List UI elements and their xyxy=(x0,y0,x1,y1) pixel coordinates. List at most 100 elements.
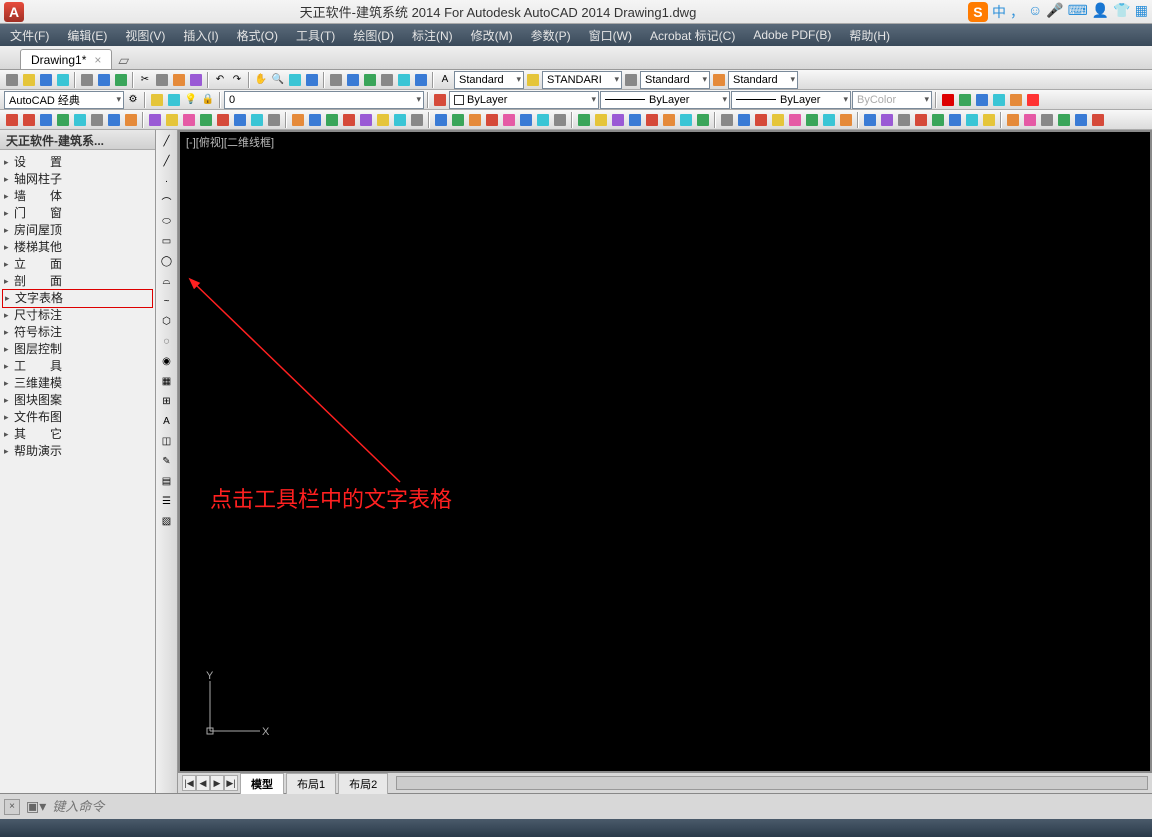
draw-tool-12[interactable]: ▦ xyxy=(158,372,176,390)
snap-icon[interactable] xyxy=(957,92,973,108)
tangent-tool-51[interactable] xyxy=(913,112,929,128)
tangent-tool-16[interactable] xyxy=(290,112,306,128)
tab-prev-button[interactable]: ◀ xyxy=(196,775,210,791)
ime-smile-icon[interactable]: ☺ xyxy=(1028,2,1042,22)
layerfreeze-icon[interactable] xyxy=(166,92,182,108)
tangent-tool-39[interactable] xyxy=(695,112,711,128)
mleaderstyle-dropdown[interactable]: Standard xyxy=(728,71,798,89)
tree-item-11[interactable]: 图层控制 xyxy=(2,341,153,358)
menu-parametric[interactable]: 参数(P) xyxy=(531,27,571,44)
polar-icon[interactable] xyxy=(991,92,1007,108)
draw-tool-13[interactable]: ⊞ xyxy=(158,392,176,410)
tangent-tool-54[interactable] xyxy=(964,112,980,128)
sheetset-icon[interactable] xyxy=(379,72,395,88)
dimstyle-dropdown[interactable]: STANDARI xyxy=(542,71,622,89)
grid-icon[interactable] xyxy=(940,92,956,108)
draw-tool-8[interactable]: ~ xyxy=(158,292,176,310)
tree-item-2[interactable]: 墙 体 xyxy=(2,188,153,205)
tangent-tool-44[interactable] xyxy=(787,112,803,128)
tangent-tool-24[interactable] xyxy=(433,112,449,128)
tangent-tool-17[interactable] xyxy=(307,112,323,128)
pan-icon[interactable]: ✋ xyxy=(253,72,269,88)
draw-tool-0[interactable]: ╱ xyxy=(158,132,176,150)
undo-icon[interactable]: ↶ xyxy=(212,72,228,88)
tab-next-button[interactable]: ▶ xyxy=(210,775,224,791)
tangent-tool-59[interactable] xyxy=(1056,112,1072,128)
save-icon[interactable] xyxy=(38,72,54,88)
linetype-dropdown[interactable]: ByLayer xyxy=(600,91,730,109)
tangent-tool-25[interactable] xyxy=(450,112,466,128)
tangent-tool-32[interactable] xyxy=(576,112,592,128)
menu-help[interactable]: 帮助(H) xyxy=(849,27,890,44)
menu-draw[interactable]: 绘图(D) xyxy=(353,27,394,44)
tangent-tool-38[interactable] xyxy=(678,112,694,128)
mleaderstyle-icon[interactable] xyxy=(711,72,727,88)
layer-dropdown[interactable]: ByLayer xyxy=(449,91,599,109)
tangent-tool-31[interactable] xyxy=(552,112,568,128)
tangent-tool-26[interactable] xyxy=(467,112,483,128)
gear-icon[interactable]: ⚙ xyxy=(125,92,141,108)
draw-tool-3[interactable]: ⌒ xyxy=(158,192,176,210)
tree-item-10[interactable]: 符号标注 xyxy=(2,324,153,341)
tree-item-9[interactable]: 尺寸标注 xyxy=(2,307,153,324)
tangent-tool-9[interactable] xyxy=(164,112,180,128)
designcenter-icon[interactable] xyxy=(345,72,361,88)
publish-icon[interactable] xyxy=(113,72,129,88)
quickcalc-icon[interactable] xyxy=(413,72,429,88)
tree-item-13[interactable]: 三维建模 xyxy=(2,375,153,392)
coord-input[interactable]: 0 xyxy=(224,91,424,109)
tree-item-17[interactable]: 帮助演示 xyxy=(2,443,153,460)
menu-edit[interactable]: 编辑(E) xyxy=(67,27,107,44)
tangent-tool-48[interactable] xyxy=(862,112,878,128)
tab-layout1[interactable]: 布局1 xyxy=(286,773,336,794)
draw-tool-4[interactable]: ⬭ xyxy=(158,212,176,230)
tree-item-16[interactable]: 其 它 xyxy=(2,426,153,443)
menu-dimension[interactable]: 标注(N) xyxy=(412,27,453,44)
tangent-tool-5[interactable] xyxy=(89,112,105,128)
markup-icon[interactable] xyxy=(396,72,412,88)
draw-tool-19[interactable]: ▧ xyxy=(158,512,176,530)
tangent-tool-52[interactable] xyxy=(930,112,946,128)
new-icon[interactable] xyxy=(4,72,20,88)
cmd-close-button[interactable]: × xyxy=(4,799,20,815)
tangent-tool-23[interactable] xyxy=(409,112,425,128)
tangent-tool-43[interactable] xyxy=(770,112,786,128)
color-dropdown[interactable]: ByColor xyxy=(852,91,932,109)
tangent-tool-41[interactable] xyxy=(736,112,752,128)
tangent-tool-27[interactable] xyxy=(484,112,500,128)
tree-item-0[interactable]: 设 置 xyxy=(2,154,153,171)
new-tab-button[interactable]: ▱ xyxy=(118,52,129,69)
paste-icon[interactable] xyxy=(171,72,187,88)
draw-tool-2[interactable]: · xyxy=(158,172,176,190)
menu-acrobat[interactable]: Acrobat 标记(C) xyxy=(650,27,735,44)
tangent-tool-20[interactable] xyxy=(358,112,374,128)
ime-lang[interactable]: 中 xyxy=(992,2,1006,22)
tangent-tool-12[interactable] xyxy=(215,112,231,128)
tangent-tool-30[interactable] xyxy=(535,112,551,128)
textstyle-dropdown[interactable]: Standard xyxy=(454,71,524,89)
tree-item-1[interactable]: 轴网柱子 xyxy=(2,171,153,188)
tab-model[interactable]: 模型 xyxy=(240,773,284,794)
menu-file[interactable]: 文件(F) xyxy=(10,27,49,44)
tangent-tool-29[interactable] xyxy=(518,112,534,128)
layeriso-icon[interactable] xyxy=(149,92,165,108)
tangent-tool-1[interactable] xyxy=(21,112,37,128)
ime-badge-icon[interactable]: S xyxy=(968,2,988,22)
tangent-tool-13[interactable] xyxy=(232,112,248,128)
ime-skin-icon[interactable]: 👕 xyxy=(1113,2,1130,22)
tangent-tool-58[interactable] xyxy=(1039,112,1055,128)
draw-tool-5[interactable]: ▭ xyxy=(158,232,176,250)
command-input[interactable] xyxy=(52,799,1148,814)
tangent-tool-4[interactable] xyxy=(72,112,88,128)
tangent-tool-28[interactable] xyxy=(501,112,517,128)
tab-first-button[interactable]: |◀ xyxy=(182,775,196,791)
menu-insert[interactable]: 插入(I) xyxy=(183,27,218,44)
tangent-tool-35[interactable] xyxy=(627,112,643,128)
tangent-tool-46[interactable] xyxy=(821,112,837,128)
tree-item-12[interactable]: 工 具 xyxy=(2,358,153,375)
osnap-icon[interactable] xyxy=(1008,92,1024,108)
tangent-tool-42[interactable] xyxy=(753,112,769,128)
menu-window[interactable]: 窗口(W) xyxy=(589,27,632,44)
tangent-tool-21[interactable] xyxy=(375,112,391,128)
workspace-dropdown[interactable]: AutoCAD 经典 xyxy=(4,91,124,109)
